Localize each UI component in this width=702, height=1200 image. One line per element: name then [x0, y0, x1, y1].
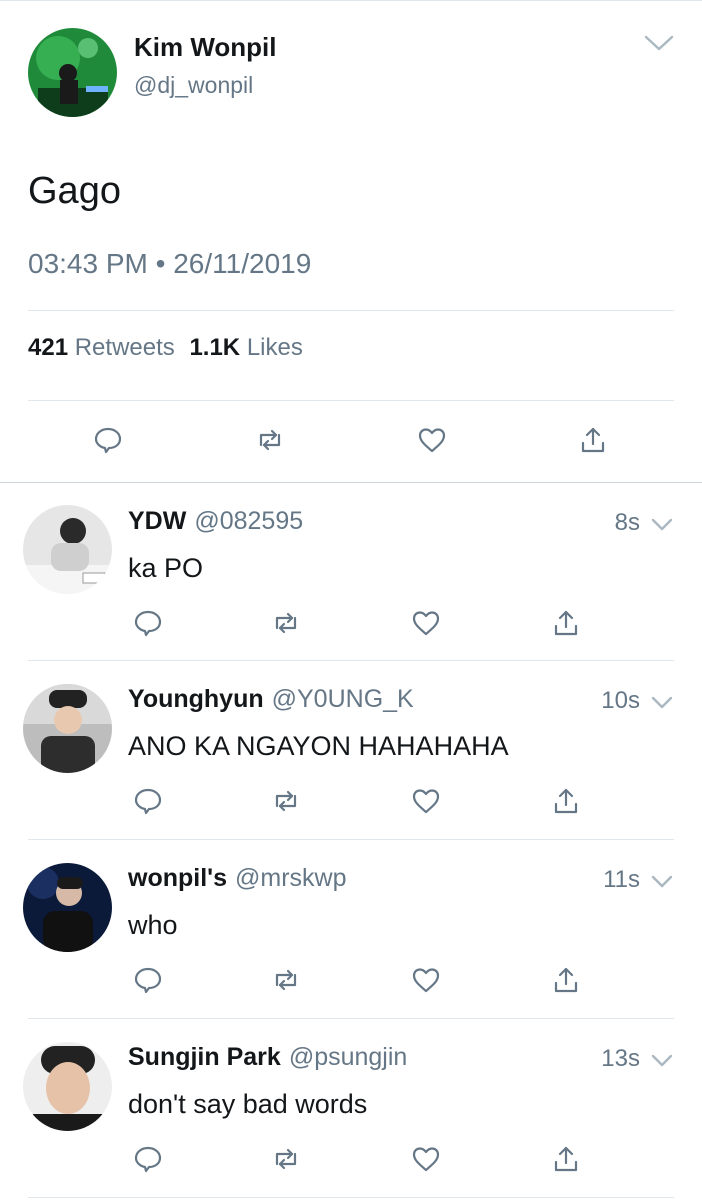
reply-author-name[interactable]: Sungjin Park: [128, 1043, 281, 1071]
share-icon[interactable]: [550, 1143, 582, 1175]
tweet-time: 03:43 PM: [28, 248, 148, 279]
reply-time: 11s: [603, 866, 640, 893]
tweet-menu-chevron-icon[interactable]: [642, 30, 676, 56]
reply-text: ANO KA NGAYON HAHAHAHA: [128, 731, 509, 761]
reply-text: who: [128, 910, 178, 940]
like-icon[interactable]: [410, 607, 442, 639]
reply-menu-chevron-icon[interactable]: [650, 513, 674, 537]
reply-author-name[interactable]: YDW: [128, 507, 186, 535]
top-border: [0, 0, 702, 1]
reply-avatar[interactable]: [23, 505, 112, 594]
share-icon[interactable]: [550, 964, 582, 996]
like-icon[interactable]: [410, 1143, 442, 1175]
reply-item[interactable]: Sungjin Park @psungjin 13s don't say bad …: [0, 1019, 702, 1198]
tweet-timestamp: 03:43 PM • 26/11/2019: [28, 248, 311, 280]
tweet-date: 26/11/2019: [173, 248, 312, 279]
reply-item[interactable]: Younghyun @Y0UNG_K 10s ANO KA NGAYON HAHA…: [0, 661, 702, 840]
reply-author-name[interactable]: wonpil's: [128, 864, 227, 892]
share-icon[interactable]: [550, 607, 582, 639]
like-icon[interactable]: [410, 964, 442, 996]
share-icon[interactable]: [550, 785, 582, 817]
reply-icon[interactable]: [132, 607, 164, 639]
reply-menu-chevron-icon[interactable]: [650, 1049, 674, 1073]
reply-text: don't say bad words: [128, 1089, 368, 1119]
reply-item[interactable]: wonpil's @mrskwp 11s who: [0, 840, 702, 1019]
reply-text: ka PO: [128, 553, 204, 583]
reply-time: 10s: [601, 687, 640, 714]
reply-time: 8s: [614, 509, 640, 536]
reply-menu-chevron-icon[interactable]: [650, 870, 674, 894]
reply-author-handle[interactable]: @psungjin: [289, 1043, 408, 1071]
reply-author-name[interactable]: Younghyun: [128, 685, 264, 713]
retweets-label[interactable]: Retweets: [75, 334, 175, 361]
reply-divider: [28, 1197, 674, 1198]
tweet-text: Gago: [28, 170, 121, 212]
reply-avatar[interactable]: [23, 1042, 112, 1131]
author-name[interactable]: Kim Wonpil: [134, 32, 277, 63]
reply-icon[interactable]: [92, 424, 124, 456]
reply-author-handle[interactable]: @Y0UNG_K: [272, 685, 414, 713]
author-avatar[interactable]: [28, 28, 117, 117]
timestamp-separator: •: [155, 248, 166, 279]
retweet-icon[interactable]: [270, 964, 302, 996]
author-handle[interactable]: @dj_wonpil: [134, 72, 253, 99]
stats-divider-bottom: [28, 400, 674, 401]
like-icon[interactable]: [416, 424, 448, 456]
reply-author-handle[interactable]: @mrskwp: [235, 864, 347, 892]
reply-item[interactable]: YDW @082595 8s ka PO: [0, 483, 702, 661]
reply-icon[interactable]: [132, 964, 164, 996]
reply-time: 13s: [601, 1045, 640, 1072]
reply-avatar[interactable]: [23, 863, 112, 952]
reply-author-handle[interactable]: @082595: [194, 507, 303, 535]
reply-avatar[interactable]: [23, 684, 112, 773]
retweet-icon[interactable]: [270, 607, 302, 639]
like-icon[interactable]: [410, 785, 442, 817]
tweet-stats: 421 Retweets 1.1K Likes: [28, 334, 303, 362]
retweets-count[interactable]: 421: [28, 334, 68, 361]
retweet-icon[interactable]: [254, 424, 286, 456]
retweet-icon[interactable]: [270, 1143, 302, 1175]
reply-icon[interactable]: [132, 1143, 164, 1175]
retweet-icon[interactable]: [270, 785, 302, 817]
stats-divider-top: [28, 310, 674, 311]
share-icon[interactable]: [577, 424, 609, 456]
likes-count[interactable]: 1.1K: [189, 334, 240, 361]
likes-label[interactable]: Likes: [247, 334, 303, 361]
reply-menu-chevron-icon[interactable]: [650, 691, 674, 715]
reply-icon[interactable]: [132, 785, 164, 817]
